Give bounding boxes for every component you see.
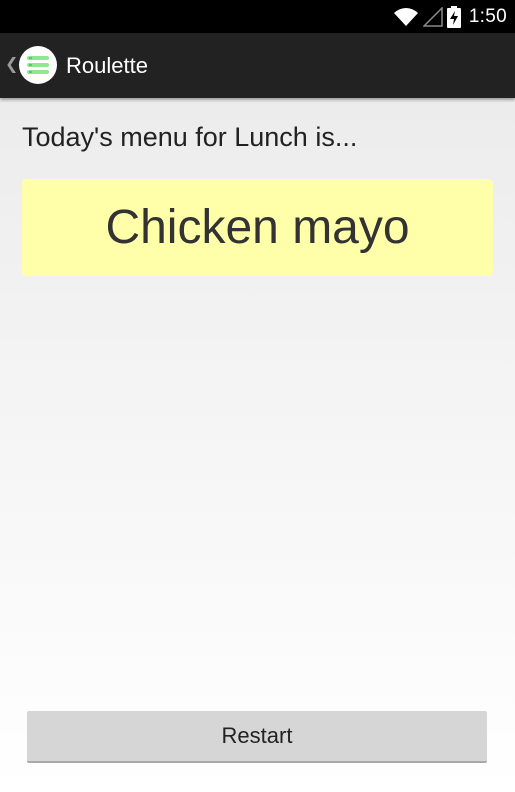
restart-button[interactable]: Restart: [27, 711, 487, 763]
chevron-left-icon: ❮: [5, 56, 19, 73]
action-bar: ❮ Roulette: [0, 33, 515, 98]
status-bar: 1:50: [0, 0, 515, 33]
wifi-icon: [393, 7, 419, 27]
battery-charging-icon: [446, 5, 461, 28]
result-card: Chicken mayo: [22, 179, 493, 276]
result-text: Chicken mayo: [105, 201, 410, 254]
menu-prompt: Today's menu for Lunch is...: [22, 122, 358, 152]
status-clock: 1:50: [468, 5, 507, 27]
main-content: Today's menu for Lunch is... Chicken may…: [0, 98, 515, 792]
menu-list-icon: [19, 46, 57, 84]
app-title: Roulette: [66, 53, 148, 78]
status-icons: 1:50: [393, 0, 507, 33]
signal-icon: [422, 6, 443, 27]
home-up-button[interactable]: ❮: [0, 33, 60, 98]
